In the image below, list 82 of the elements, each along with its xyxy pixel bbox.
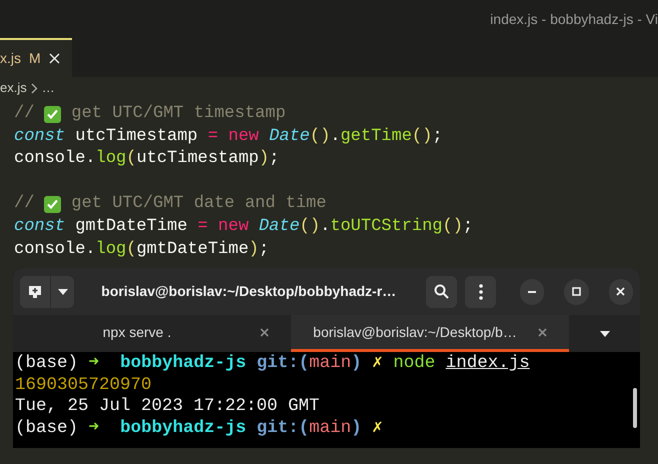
code-token: utcTimestamp: [74, 126, 199, 148]
minimize-icon: [528, 290, 536, 292]
code-token: .: [320, 216, 330, 238]
maximize-button[interactable]: [564, 278, 589, 304]
code-token: //: [14, 103, 34, 125]
code-token: get UTC/GMT timestamp: [71, 103, 286, 125]
chevron-right-icon: [30, 82, 38, 94]
terminal-text: git:(: [256, 418, 310, 438]
tab-label: npx serve .: [102, 322, 172, 342]
code-token: console.: [14, 238, 96, 261]
terminal-tab[interactable]: borislav@borislav:~/Desktop/b…: [291, 315, 569, 352]
terminal-text: main: [309, 418, 352, 438]
tab-label: borislav@borislav:~/Desktop/b…: [313, 322, 517, 342]
terminal-text: ): [351, 418, 362, 438]
caret-down-icon: [58, 288, 68, 294]
search-icon: [434, 284, 450, 299]
code-token: utcTimestamp: [136, 148, 259, 170]
code-token: toUTCString: [330, 216, 442, 238]
scrollbar[interactable]: [633, 388, 637, 428]
code-token: =: [208, 126, 218, 148]
search-button[interactable]: [426, 276, 458, 308]
terminal-text: git:(: [256, 353, 310, 373]
terminal-text: ➜: [88, 353, 100, 373]
code-token: (): [412, 126, 432, 148]
close-icon: [616, 287, 626, 296]
terminal-text: (base): [15, 418, 80, 438]
code-token: ;: [462, 216, 474, 238]
maximize-icon: [572, 287, 581, 296]
terminal-text: ➜: [88, 418, 100, 438]
tab-label: x.js: [0, 49, 21, 68]
code-token: .: [330, 126, 340, 148]
terminal-text: bobbyhadz-js: [119, 418, 248, 438]
terminal-text: Tue, 25 Jul 2023 17:22:00 GMT: [15, 396, 320, 416]
editor-tab[interactable]: x.js M: [0, 38, 72, 77]
caret-down-icon: [600, 330, 610, 336]
terminal-title: borislav@borislav:~/Desktop/bobbyhadz-r…: [101, 282, 396, 301]
terminal-text: ✗: [371, 353, 384, 373]
minimize-button[interactable]: [520, 278, 544, 304]
code-token: ): [258, 148, 270, 170]
terminal-text: bobbyhadz-js: [119, 353, 248, 373]
code-token: const: [14, 126, 66, 148]
breadcrumb-item[interactable]: ex.js: [0, 78, 27, 98]
terminal-text: main: [309, 353, 352, 373]
code-token: (): [310, 126, 330, 148]
breadcrumb-item[interactable]: …: [42, 78, 55, 98]
new-tab-icon: [26, 284, 43, 298]
code-token: const: [14, 216, 66, 238]
terminal-text: ✗: [371, 418, 383, 438]
code-token: console.: [14, 148, 96, 170]
code-token: get UTC/GMT date and time: [71, 193, 326, 216]
code-token: Date: [269, 126, 310, 148]
code-token: ): [248, 238, 259, 261]
code-token: new: [217, 216, 250, 238]
terminal-tab[interactable]: npx serve .: [13, 315, 291, 352]
code-token: ;: [258, 238, 270, 261]
code-token: ;: [269, 148, 280, 170]
terminal-text: index.js: [446, 353, 530, 373]
terminal-text: node: [393, 353, 436, 373]
code-token: //: [14, 193, 34, 216]
terminal-text: 1690305720970: [15, 374, 152, 394]
menu-button[interactable]: [465, 276, 496, 308]
terminal-text: ): [351, 353, 362, 373]
code-token: new: [227, 126, 260, 148]
code-token: (: [126, 238, 136, 261]
code-token: Date: [258, 216, 300, 238]
menu-icon: [478, 284, 482, 300]
modified-label: M: [29, 49, 41, 68]
code-token: =: [198, 216, 208, 238]
code-token: (): [442, 216, 463, 238]
code-token: ;: [432, 126, 443, 148]
code-token: getTime: [340, 126, 412, 148]
code-token: gmtDateTime: [74, 216, 188, 238]
close-button[interactable]: [608, 278, 633, 304]
code-token: (: [126, 148, 136, 170]
window-title: index.js - bobbyhadz-js - Vi: [490, 10, 658, 29]
code-token: gmtDateTime: [136, 238, 249, 261]
code-token: log: [96, 238, 126, 261]
code-token: (): [300, 216, 320, 238]
terminal-text: (base): [15, 353, 80, 373]
code-token: log: [96, 148, 126, 170]
checkmark-icon: [44, 196, 62, 214]
checkmark-icon: [44, 106, 62, 123]
